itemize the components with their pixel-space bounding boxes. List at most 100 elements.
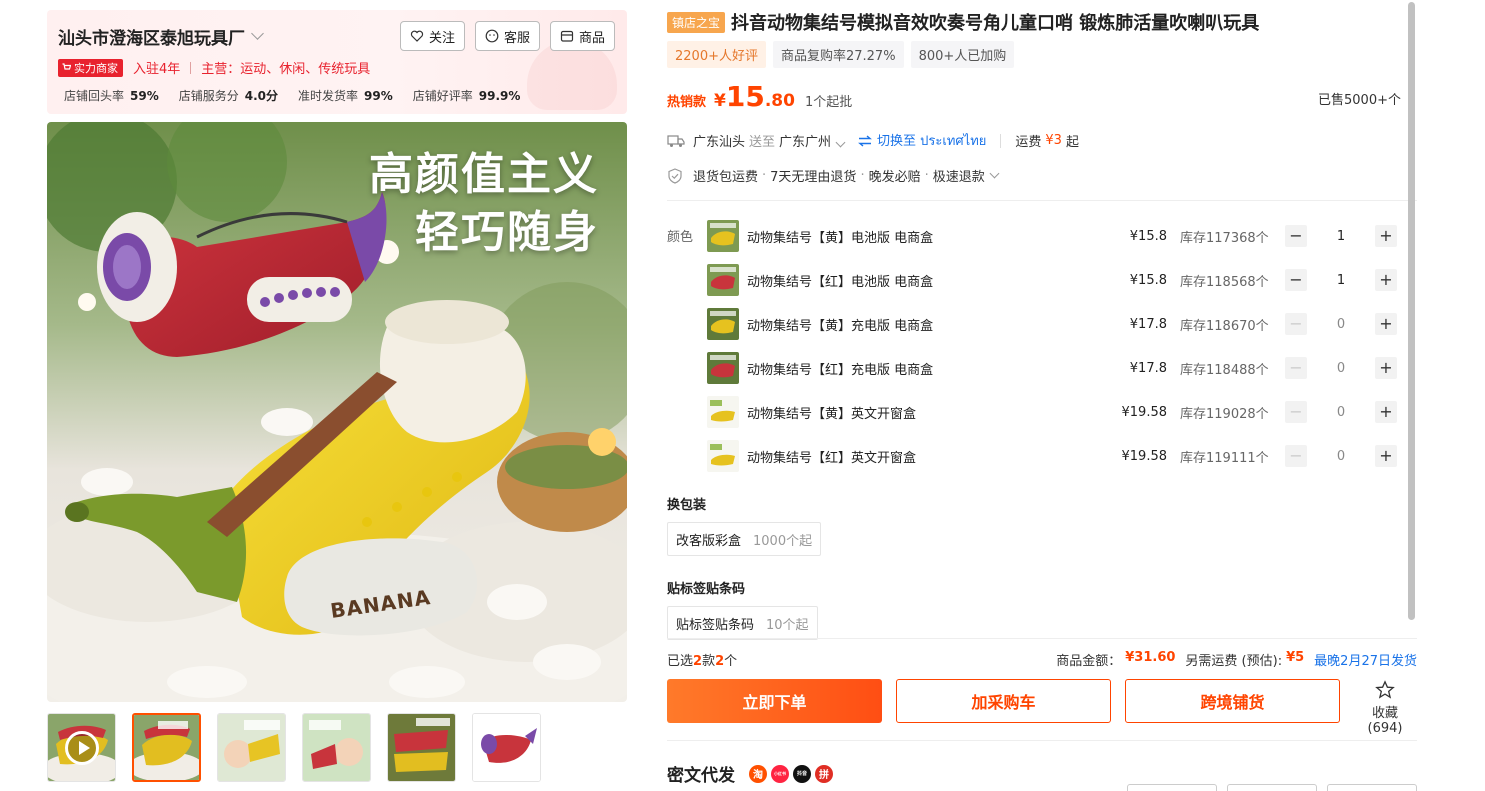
price-decimal: .80 (764, 91, 795, 111)
repurchase-pill: 商品复购率27.27% (772, 41, 904, 68)
packaging-title: 换包装 (667, 498, 707, 513)
increment-button[interactable]: + (1375, 357, 1397, 379)
dot-separator: · (860, 168, 865, 183)
douyin-icon[interactable]: 抖音 (793, 764, 811, 783)
thumbnail-4[interactable] (302, 713, 371, 782)
customer-service-button[interactable]: 客服 (474, 21, 540, 51)
truck-icon (667, 134, 685, 147)
play-icon (65, 731, 99, 765)
sku-stock: 库存119028个 (1180, 406, 1269, 422)
switch-region-link[interactable]: 切换至 ประเทศไทย (858, 130, 986, 151)
service-row[interactable]: 退货包运费 · 7天无理由退货 · 晚发必赔 · 极速退款 (667, 166, 1000, 185)
sku-price: ¥17.8 (1129, 316, 1167, 332)
buy-now-button[interactable]: 立即下单 (667, 679, 882, 723)
slogan-line-2: 轻巧随身 (415, 207, 599, 258)
quantity-stepper: − 0 + (1285, 313, 1397, 335)
sku-thumbnail[interactable] (707, 396, 739, 428)
cross-border-button[interactable]: 跨境铺货 (1125, 679, 1340, 723)
main-product-image[interactable]: 高颜值主义 轻巧随身 BANANA (47, 122, 627, 702)
decrement-button[interactable]: − (1285, 357, 1307, 379)
sku-thumbnail[interactable] (707, 220, 739, 252)
divider (190, 61, 192, 74)
ship-from: 广东汕头 (693, 135, 746, 150)
pinduoduo-icon[interactable]: 拼 (815, 764, 833, 783)
sku-price: ¥19.58 (1121, 404, 1168, 420)
quantity-input[interactable]: 0 (1307, 405, 1375, 420)
thumbnail-video[interactable] (47, 713, 116, 782)
add-to-cart-button[interactable]: 加采购车 (896, 679, 1111, 723)
shop-years: 入驻4年 (133, 62, 181, 77)
thumbnail-selected[interactable] (132, 713, 201, 782)
review-pill[interactable]: 2200+人好评 (667, 41, 766, 68)
swap-icon (858, 134, 872, 147)
sku-row: 动物集结号【红】电池版 电商盒 ¥15.8 库存118568个 − 1 + (707, 258, 1402, 302)
quantity-input[interactable]: 0 (1307, 449, 1375, 464)
thumbnail-image (218, 714, 285, 781)
follow-button[interactable]: 关注 (399, 21, 465, 51)
amount-value: ¥31.60 (1125, 650, 1176, 665)
scrollbar[interactable] (1408, 2, 1415, 620)
quantity-input[interactable]: 0 (1307, 317, 1375, 332)
chat-smile-icon (485, 29, 499, 43)
sku-price: ¥15.8 (1129, 272, 1167, 288)
sku-stock: 库存118568个 (1180, 274, 1269, 290)
sku-thumbnail[interactable] (707, 264, 739, 296)
action-buttons: 立即下单 加采购车 跨境铺货 (667, 679, 1340, 723)
goods-label: 商品 (578, 30, 605, 46)
increment-button[interactable]: + (1375, 401, 1397, 423)
goods-button[interactable]: 商品 (549, 21, 615, 51)
ship-to-select[interactable]: 广东广州 (779, 131, 846, 150)
button-stub[interactable] (1227, 784, 1317, 791)
shipping-row: 广东汕头 送至 广东广州 切换至 ประเทศไทย 运费 ¥3 起 (667, 130, 1079, 151)
thumbnail-6[interactable] (472, 713, 541, 782)
product-highlights: 2200+人好评 商品复购率27.27% 800+人已加购 (667, 41, 1015, 68)
product-title: 抖音动物集结号模拟音效吹奏号角儿童口哨 锻炼肺活量吹喇叭玩具 (731, 13, 1260, 34)
increment-button[interactable]: + (1375, 445, 1397, 467)
decrement-button[interactable]: − (1285, 225, 1307, 247)
button-stub[interactable] (1127, 784, 1217, 791)
decrement-button[interactable]: − (1285, 269, 1307, 291)
price-symbol: ¥ (714, 91, 726, 111)
sold-count: 已售5000+个 (1318, 93, 1401, 108)
increment-button[interactable]: + (1375, 269, 1397, 291)
sku-price: ¥17.8 (1129, 360, 1167, 376)
shield-check-icon (668, 167, 682, 184)
sku-name: 动物集结号【黄】充电版 电商盒 (747, 318, 934, 334)
stat-ontime-rate: 准时发货率 99% (298, 87, 393, 104)
packaging-option[interactable]: 改客版彩盒 1000个起 (667, 522, 822, 556)
delivery-date: 最晚2月27日发货 (1314, 654, 1417, 669)
thumbnail-3[interactable] (217, 713, 286, 782)
quantity-input[interactable]: 1 (1307, 273, 1375, 288)
sku-row: 动物集结号【红】充电版 电商盒 ¥17.8 库存118488个 − 0 + (707, 346, 1402, 390)
decrement-button[interactable]: − (1285, 313, 1307, 335)
labeling-option[interactable]: 贴标签贴条码 10个起 (667, 606, 818, 640)
quantity-input[interactable]: 1 (1307, 229, 1375, 244)
increment-button[interactable]: + (1375, 313, 1397, 335)
favorite-button[interactable]: 收藏 (694) (1354, 680, 1416, 736)
taobao-icon[interactable]: 淘 (749, 764, 767, 783)
stat-value: 99.9% (478, 89, 521, 103)
dot-separator: · (924, 168, 929, 183)
shop-treasure-tag: 镇店之宝 (667, 11, 726, 33)
sku-thumbnail[interactable] (707, 308, 739, 340)
sku-stock: 库存118670个 (1180, 318, 1269, 334)
thumbnail-5[interactable] (387, 713, 456, 782)
stat-label: 准时发货率 (298, 89, 359, 103)
decrement-button[interactable]: − (1285, 445, 1307, 467)
increment-button[interactable]: + (1375, 225, 1397, 247)
stat-label: 店铺服务分 (178, 89, 239, 103)
shop-name[interactable]: 汕头市澄海区泰旭玩具厂 (58, 24, 264, 49)
divider (667, 200, 1417, 201)
sku-thumbnail[interactable] (707, 440, 739, 472)
quantity-input[interactable]: 0 (1307, 361, 1375, 376)
quantity-stepper: − 0 + (1285, 401, 1397, 423)
decrement-button[interactable]: − (1285, 401, 1307, 423)
cart-count-pill: 800+人已加购 (910, 41, 1015, 68)
button-stub[interactable] (1327, 784, 1417, 791)
sku-row: 动物集结号【黄】英文开窗盒 ¥19.58 库存119028个 − 0 + (707, 390, 1402, 434)
labeling-title: 贴标签贴条码 (667, 582, 746, 597)
sku-thumbnail[interactable] (707, 352, 739, 384)
quantity-stepper: − 0 + (1285, 357, 1397, 379)
xiaohongshu-icon[interactable]: 小红书 (771, 764, 789, 783)
stat-positive-rate: 店铺好评率 99.9% (413, 87, 521, 104)
